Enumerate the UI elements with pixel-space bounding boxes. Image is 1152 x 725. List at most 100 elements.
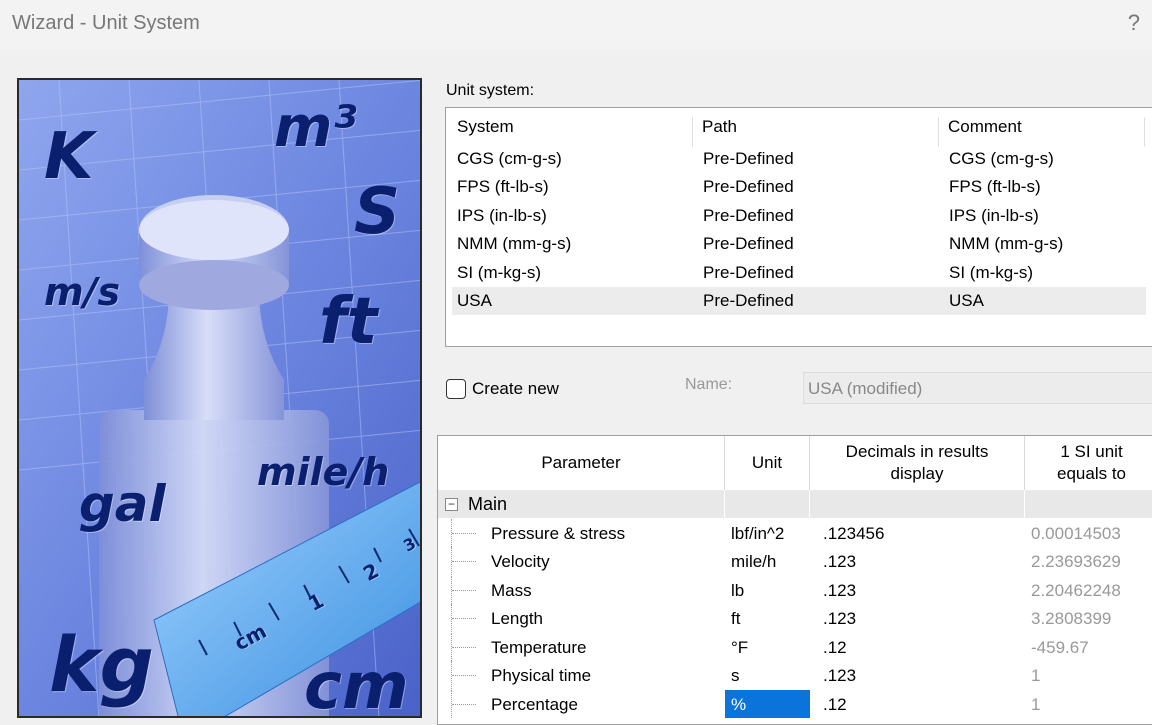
parameter-name: Physical time [491, 666, 592, 685]
parameter-row[interactable]: Temperature °F .12 -459.67 [438, 633, 1152, 661]
system-path: Pre-Defined [703, 149, 794, 168]
parameter-decimals[interactable]: .12 [823, 695, 847, 715]
parameter-row[interactable]: Physical time s .123 1 [438, 661, 1152, 689]
column-header-decimals[interactable]: Decimals in results display [810, 436, 1025, 490]
system-name: SI (m-kg-s) [457, 263, 542, 282]
system-name: IPS (in-lb-s) [457, 206, 547, 225]
group-row-main[interactable]: − Main [438, 490, 1152, 518]
system-comment: IPS (in-lb-s) [949, 206, 1039, 225]
glyph-ft: ft [319, 285, 378, 359]
system-comment: USA [949, 291, 984, 310]
glyph-mile-per-h: mile/h [257, 450, 390, 494]
parameter-name: Mass [491, 581, 532, 600]
tree-line [451, 604, 491, 632]
system-path: Pre-Defined [703, 234, 794, 253]
parameter-si-value: 1 [1031, 695, 1041, 714]
tree-line [451, 519, 491, 547]
parameter-decimals[interactable]: .123 [823, 609, 856, 629]
system-comment: SI (m-kg-s) [949, 263, 1034, 282]
column-header-system[interactable]: System [457, 117, 514, 137]
parameter-name: Pressure & stress [491, 524, 626, 543]
parameter-name: Percentage [491, 695, 578, 714]
parameter-unit[interactable]: mile/h [731, 552, 776, 572]
parameter-header-text: Parameter [541, 453, 621, 472]
parameter-unit[interactable]: ft [731, 609, 740, 629]
system-comment: NMM (mm-g-s) [949, 234, 1064, 253]
unit-system-list[interactable]: System Path Comment CGS (cm-g-s) Pre-Def… [445, 107, 1152, 347]
parameter-decimals[interactable]: .123 [823, 552, 856, 572]
glyph-m-per-s: m/s [44, 270, 121, 314]
parameter-unit[interactable]: lbf/in^2 [731, 524, 784, 544]
title-bar: Wizard - Unit System ? [0, 0, 1152, 50]
tree-line [451, 547, 491, 575]
parameter-si-value: 1 [1031, 666, 1041, 685]
glyph-m3: m³ [274, 95, 357, 160]
system-path: Pre-Defined [703, 177, 794, 196]
column-header-path[interactable]: Path [702, 117, 737, 137]
group-label: Main [468, 494, 508, 514]
glyph-s: S [354, 175, 401, 249]
parameter-decimals[interactable]: .123 [823, 666, 856, 686]
parameter-name: Length [491, 609, 543, 628]
checkbox-box[interactable] [446, 379, 466, 399]
parameter-unit: % [731, 695, 747, 714]
system-comment: CGS (cm-g-s) [949, 149, 1054, 168]
system-path: Pre-Defined [703, 291, 794, 310]
parameter-row[interactable]: Percentage % .12 1 [438, 690, 1152, 718]
glyph-cm: cm [304, 650, 409, 718]
system-name: USA [457, 291, 492, 310]
system-comment: FPS (ft-lb-s) [949, 177, 1041, 196]
parameter-unit[interactable]: lb [731, 581, 744, 601]
tree-line [451, 661, 491, 689]
parameter-row[interactable]: Pressure & stress lbf/in^2 .123456 0.000… [438, 519, 1152, 547]
parameter-row[interactable]: Mass lb .123 2.20462248 [438, 576, 1152, 604]
column-header-si[interactable]: 1 SI unit equals to [1025, 436, 1152, 490]
parameter-si-value: 3.2808399 [1031, 609, 1112, 628]
unit-system-row[interactable]: CGS (cm-g-s) Pre-Defined CGS (cm-g-s) [452, 145, 1146, 173]
unit-system-row[interactable]: NMM (mm-g-s) Pre-Defined NMM (mm-g-s) [452, 230, 1146, 258]
unit-header-text: Unit [751, 453, 783, 472]
glyph-k: K [44, 120, 94, 194]
create-new-checkbox[interactable]: Create new [446, 377, 559, 401]
parameter-name: Temperature [491, 638, 587, 657]
system-path: Pre-Defined [703, 206, 794, 225]
parameter-decimals[interactable]: .12 [823, 638, 847, 658]
unit-system-row[interactable]: FPS (ft-lb-s) Pre-Defined FPS (ft-lb-s) [452, 173, 1146, 201]
unit-system-label: Unit system: [446, 82, 535, 99]
parameter-table[interactable]: Parameter Unit Decimals in results displ… [437, 435, 1152, 725]
create-new-label: Create new [472, 379, 559, 398]
column-header-parameter[interactable]: Parameter [438, 436, 725, 490]
parameter-name: Velocity [491, 552, 550, 571]
parameter-unit-selected[interactable]: % [725, 690, 810, 718]
column-header-comment[interactable]: Comment [948, 117, 1022, 137]
name-label: Name: [685, 376, 733, 393]
wizard-illustration: K m³ S m/s ft mile/h gal kg cm cm 1 2 3 [17, 78, 422, 718]
tree-line [451, 576, 491, 604]
column-header-unit[interactable]: Unit [725, 436, 810, 490]
parameter-si-value: -459.67 [1031, 638, 1089, 657]
parameter-si-value: 2.20462248 [1031, 581, 1121, 600]
unit-system-row[interactable]: SI (m-kg-s) Pre-Defined SI (m-kg-s) [452, 259, 1146, 287]
system-path: Pre-Defined [703, 263, 794, 282]
parameter-si-value: 2.23693629 [1031, 552, 1121, 571]
unit-system-header: System Path Comment [446, 108, 1152, 147]
collapse-icon[interactable]: − [445, 498, 458, 511]
parameter-si-value: 0.00014503 [1031, 524, 1121, 543]
parameter-row[interactable]: Velocity mile/h .123 2.23693629 [438, 547, 1152, 575]
parameter-row[interactable]: Length ft .123 3.2808399 [438, 604, 1152, 632]
unit-system-row[interactable]: IPS (in-lb-s) Pre-Defined IPS (in-lb-s) [452, 202, 1146, 230]
parameter-decimals[interactable]: .123 [823, 581, 856, 601]
window-title: Wizard - Unit System [12, 12, 200, 34]
help-button[interactable]: ? [1128, 10, 1140, 36]
parameter-decimals[interactable]: .123456 [823, 524, 884, 544]
tree-line [451, 690, 491, 718]
parameter-unit[interactable]: s [731, 666, 740, 686]
decimals-header-text: Decimals in results display [845, 442, 989, 483]
name-field: USA (modified) [803, 372, 1152, 404]
glyph-kg: kg [49, 620, 154, 709]
glyph-gal: gal [79, 475, 166, 533]
system-name: FPS (ft-lb-s) [457, 177, 549, 196]
parameter-unit[interactable]: °F [731, 638, 748, 658]
si-header-text: 1 SI unit equals to [1057, 442, 1126, 483]
unit-system-row-selected[interactable]: USA Pre-Defined USA [452, 287, 1146, 315]
